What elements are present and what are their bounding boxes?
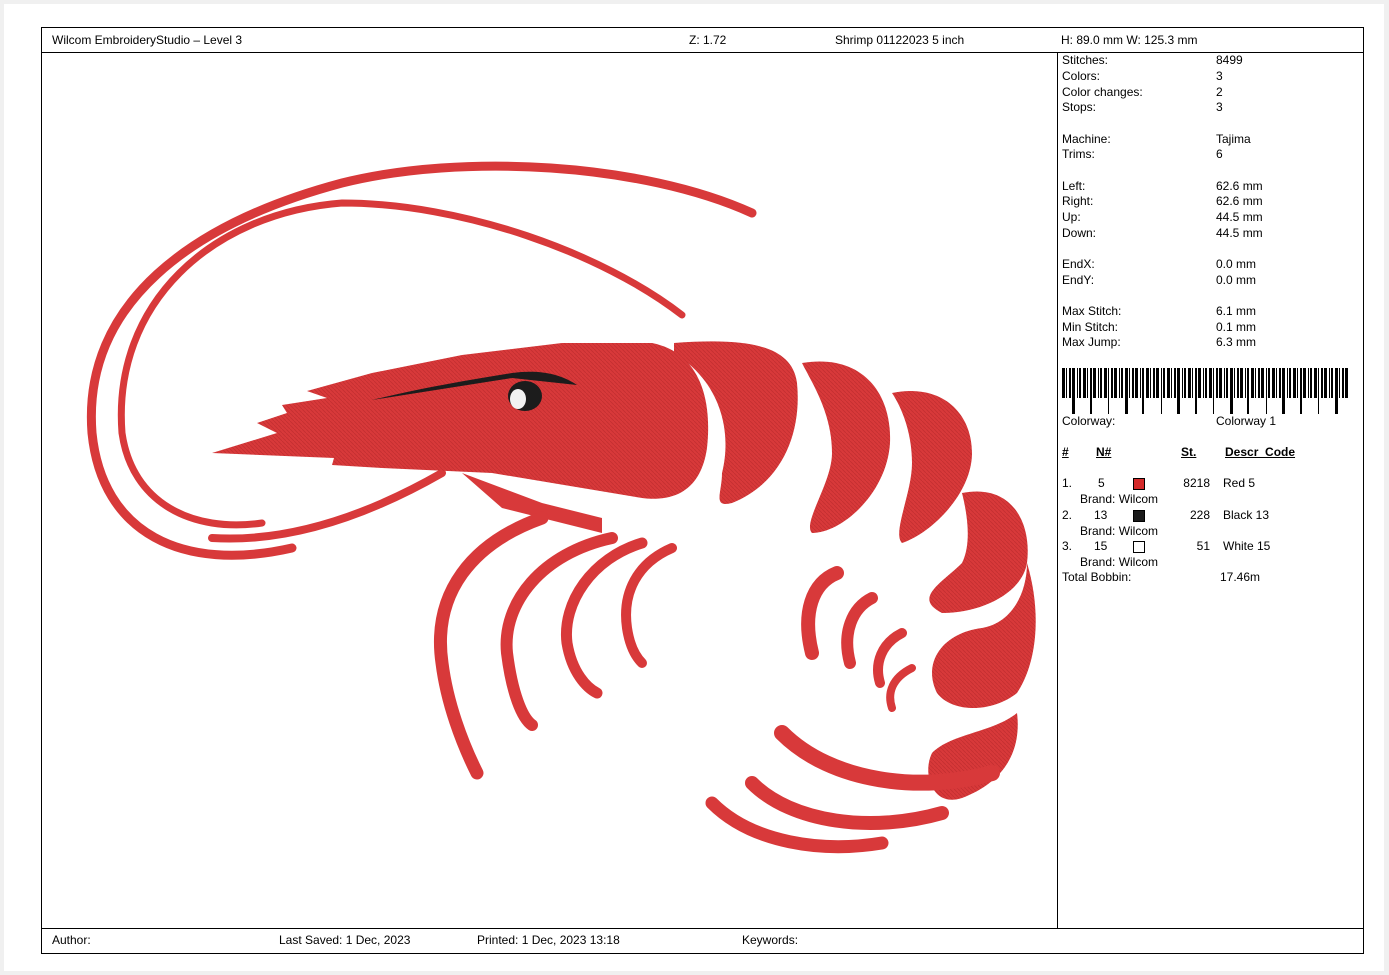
color-row-needle: 5: [1098, 476, 1105, 490]
app-title: Wilcom EmbroideryStudio – Level 3: [52, 33, 243, 47]
stat-label: Up:: [1062, 210, 1081, 224]
stat-value: 62.6 mm: [1216, 179, 1263, 193]
stat-label: Left:: [1062, 179, 1086, 193]
stat-value: 0.0 mm: [1216, 257, 1257, 271]
stat-label: Colors:: [1062, 69, 1101, 83]
stat-label: Down:: [1062, 226, 1097, 240]
stat-row: Colors: 3: [1062, 69, 1362, 85]
design-preview: [42, 53, 1058, 929]
stat-label: Trims:: [1062, 147, 1095, 161]
stat-row: Up: 44.5 mm: [1062, 210, 1362, 226]
stitch-info-panel: Stitches: 8499 Colors: 3 Color changes: 2 Stop…: [1058, 53, 1364, 929]
body-segment-2: [802, 361, 891, 533]
stat-label: Machine:: [1062, 132, 1111, 146]
stat-value: 8499: [1216, 53, 1243, 67]
color-row-stitches: 51: [1196, 539, 1210, 553]
stat-row: Min Stitch: 0.1 mm: [1062, 320, 1362, 336]
colorway-row: Colorway: Colorway 1: [1062, 414, 1362, 430]
color-row-num: 1.: [1062, 476, 1073, 490]
design-size: H: 89.0 mm W: 125.3 mm: [1061, 33, 1198, 47]
eye-highlight: [510, 389, 526, 409]
total-bobbin-label: Total Bobbin:: [1062, 570, 1132, 584]
last-saved-field: Last Saved: 1 Dec, 2023: [279, 933, 411, 947]
worksheet-header: Wilcom EmbroideryStudio – Level 3 Z: 1.7…: [42, 28, 1363, 53]
color-row-brand: Brand: Wilcom: [1080, 555, 1159, 569]
zoom-readout: Z: 1.72: [689, 33, 727, 47]
stat-value: 62.6 mm: [1216, 194, 1263, 208]
color-row-num: 2.: [1062, 508, 1073, 522]
body-segment-3: [892, 391, 972, 543]
stat-value: Tajima: [1216, 132, 1251, 146]
stat-row: Stitches: 8499: [1062, 53, 1362, 69]
stat-label: Stops:: [1062, 100, 1097, 114]
color-swatch: [1133, 478, 1145, 490]
stat-row: Right: 62.6 mm: [1062, 194, 1362, 210]
author-field: Author:: [52, 933, 91, 947]
stat-value: 44.5 mm: [1216, 226, 1263, 240]
stat-label: Stitches:: [1062, 53, 1109, 67]
color-swatch: [1133, 541, 1145, 553]
printed-field: Printed: 1 Dec, 2023 13:18: [477, 933, 620, 947]
swimmeret-2: [841, 592, 878, 669]
stat-row: Down: 44.5 mm: [1062, 226, 1362, 242]
col-header-num: #: [1062, 445, 1069, 459]
stat-label: Min Stitch:: [1062, 320, 1119, 334]
antenna-lower: [208, 469, 446, 543]
stat-value: 2: [1216, 85, 1223, 99]
color-row-needle: 15: [1094, 539, 1108, 553]
stat-row: Left: 62.6 mm: [1062, 179, 1362, 195]
color-row-descr: Black 13: [1223, 508, 1270, 522]
color-row-stitches: 228: [1189, 508, 1210, 522]
colorway-value: Colorway 1: [1216, 414, 1277, 428]
stat-value: 0.0 mm: [1216, 273, 1257, 287]
color-row-num: 3.: [1062, 539, 1073, 553]
stat-row: Machine: Tajima: [1062, 132, 1362, 148]
stat-row: Max Stitch: 6.1 mm: [1062, 304, 1362, 320]
stat-row: EndY: 0.0 mm: [1062, 273, 1362, 289]
stat-value: 6: [1216, 147, 1223, 161]
col-header-descr: Descr_Code: [1225, 445, 1296, 459]
stat-row: Trims: 6: [1062, 147, 1362, 163]
stat-label: EndY:: [1062, 273, 1095, 287]
stat-row: Stops: 3: [1062, 100, 1362, 116]
print-preview-page: Wilcom EmbroideryStudio – Level 3 Z: 1.7…: [4, 4, 1384, 971]
stat-label: Color changes:: [1062, 85, 1143, 99]
col-header-stitches: St.: [1181, 445, 1197, 459]
design-name: Shrimp 01122023 5 inch: [835, 33, 965, 47]
stat-label: Max Stitch:: [1062, 304, 1122, 318]
color-row-brand: Brand: Wilcom: [1080, 524, 1159, 538]
production-worksheet: Wilcom EmbroideryStudio – Level 3 Z: 1.7…: [41, 27, 1364, 954]
color-row-brand: Brand: Wilcom: [1080, 492, 1159, 506]
stat-value: 0.1 mm: [1216, 320, 1257, 334]
color-row-descr: White 15: [1223, 539, 1271, 553]
stat-label: Right:: [1062, 194, 1094, 208]
leg-1: [434, 511, 549, 780]
color-row-descr: Red 5: [1223, 476, 1256, 490]
barcode: [1062, 368, 1348, 414]
stat-value: 3: [1216, 69, 1223, 83]
swimmeret-1: [801, 566, 844, 660]
col-header-needle: N#: [1096, 445, 1112, 459]
total-bobbin-value: 17.46m: [1220, 570, 1261, 584]
swimmeret-4: [886, 664, 916, 712]
stat-value: 3: [1216, 100, 1223, 114]
stat-row: EndX: 0.0 mm: [1062, 257, 1362, 273]
stat-label: EndX:: [1062, 257, 1095, 271]
color-row-needle: 13: [1094, 508, 1108, 522]
stat-value: 6.3 mm: [1216, 335, 1257, 349]
shrimp-design: [86, 161, 1036, 854]
color-swatch: [1133, 510, 1145, 522]
keywords-field: Keywords:: [742, 933, 799, 947]
stat-value: 44.5 mm: [1216, 210, 1263, 224]
shrimp-head: [212, 343, 709, 499]
stat-label: Max Jump:: [1062, 335, 1121, 349]
worksheet-footer: Author: Last Saved: 1 Dec, 2023 Printed:…: [42, 928, 1363, 953]
stat-row: Max Jump: 6.3 mm: [1062, 335, 1362, 351]
leg-4: [621, 543, 677, 668]
stat-row: Color changes: 2: [1062, 85, 1362, 101]
colorway-label: Colorway:: [1062, 414, 1116, 428]
stat-value: 6.1 mm: [1216, 304, 1257, 318]
color-row-stitches: 8218: [1183, 476, 1210, 490]
